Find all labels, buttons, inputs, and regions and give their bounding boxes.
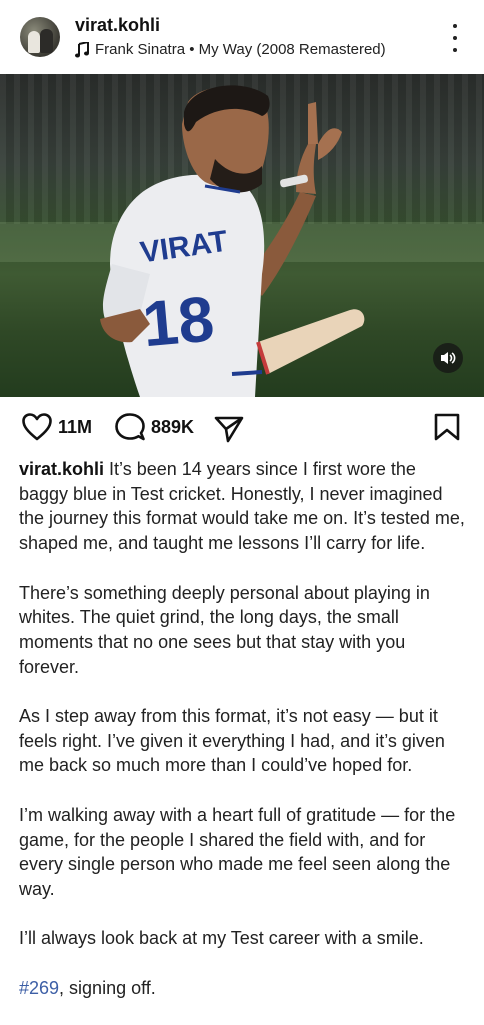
caption-paragraph: virat.kohli It’s been 14 years since I f… (19, 457, 469, 556)
save-button[interactable] (434, 413, 460, 441)
share-send-icon (214, 416, 244, 443)
sound-toggle-icon[interactable] (433, 343, 463, 373)
caption-signoff: , signing off. (59, 977, 156, 998)
bookmark-icon (434, 413, 460, 441)
caption-text-3: As I step away from this format, it’s no… (19, 706, 445, 776)
caption-text-2: There’s something deeply personal about … (19, 582, 430, 677)
post-header: virat.kohli Frank Sinatra • My Way (2008… (0, 0, 484, 74)
share-button[interactable] (214, 415, 244, 443)
heart-icon (22, 413, 52, 441)
caption-text-4: I’m walking away with a heart full of gr… (19, 804, 456, 899)
caption-signoff-line: #269, signing off. (19, 976, 469, 1001)
comment-count: 889K (151, 416, 195, 437)
caption-username[interactable]: virat.kohli (19, 459, 104, 479)
comment-icon (115, 413, 145, 441)
audio-label: Frank Sinatra • My Way (2008 Remastered) (95, 41, 386, 58)
hashtag-link[interactable]: #269 (19, 978, 59, 998)
post-photo[interactable]: VIRAT 18 (0, 74, 484, 397)
profile-avatar[interactable] (20, 17, 60, 57)
comment-button[interactable]: 889K (115, 413, 194, 441)
caption-text-5: I’ll always look back at my Test career … (19, 928, 424, 949)
post-actions: 11M 889K (0, 405, 484, 451)
post-caption: virat.kohli It’s been 14 years since I f… (19, 457, 469, 1025)
music-note-icon (75, 41, 89, 57)
like-button[interactable]: 11M (22, 413, 92, 441)
jersey-number: 18 (140, 282, 217, 360)
like-count: 11M (58, 416, 93, 437)
username[interactable]: virat.kohli (75, 15, 160, 36)
audio-track[interactable]: Frank Sinatra • My Way (2008 Remastered) (75, 41, 386, 58)
cricketer-illustration: VIRAT 18 (100, 85, 365, 397)
more-options-icon[interactable] (445, 24, 465, 52)
